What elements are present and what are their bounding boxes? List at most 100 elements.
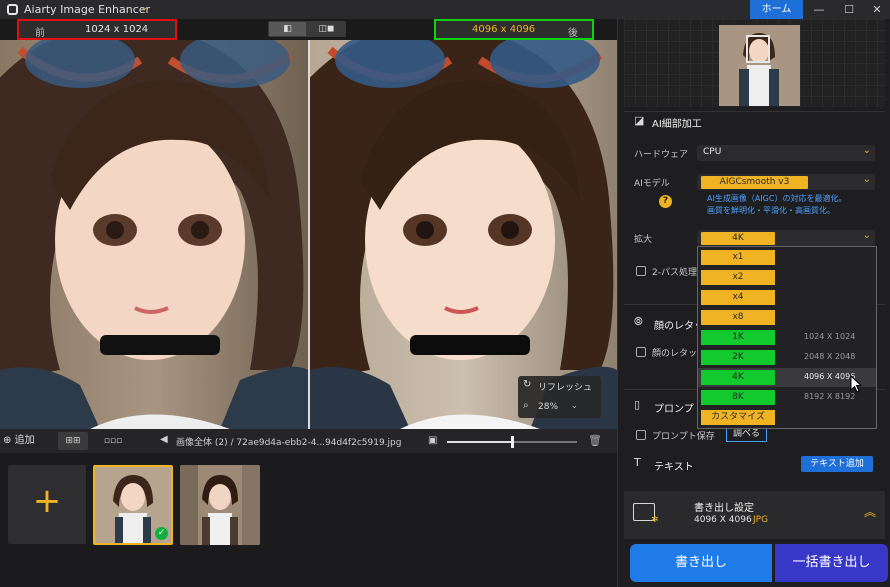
after-label: 後	[568, 28, 578, 39]
model-description-1: AI生成画像（AIGC）の対応を最適化。	[707, 194, 847, 203]
search-button[interactable]: 調べる	[726, 427, 767, 442]
export-settings-title: 書き出し設定	[694, 503, 754, 514]
hardware-value: CPU	[703, 147, 722, 157]
back-arrow-icon[interactable]: ◀	[160, 434, 168, 445]
navigator	[624, 19, 885, 107]
thumbnail-1[interactable]: ✓	[93, 465, 173, 545]
chevron-down-icon: ⌄	[862, 230, 871, 241]
model-label: AIモデル	[634, 179, 670, 189]
hardware-select[interactable]: CPU ⌄	[697, 145, 875, 161]
compare-divider[interactable]	[308, 40, 310, 429]
title-bar: Aiarty Image Enhancer ⌄ ホーム — ☐ ✕	[0, 0, 890, 19]
before-resolution-box: 前 1024 x 1024	[17, 19, 177, 40]
add-image-tile[interactable]: +	[8, 465, 86, 544]
chevron-down-icon[interactable]: ⌄	[571, 401, 578, 410]
after-resolution-box: 4096 x 4096 後	[434, 19, 594, 40]
export-resolution: 4096 X 4096	[694, 515, 752, 525]
image-size-icon: ▣	[428, 435, 438, 446]
mouse-cursor-icon	[850, 375, 863, 393]
model-select[interactable]: AIGCsmooth v3 ⌄	[697, 174, 875, 190]
trash-icon[interactable]: 🗑	[588, 434, 602, 447]
scale-option-resolution: 1024 X 1024	[804, 332, 856, 341]
prompt-save-label: プロンプト保存	[652, 432, 715, 442]
navigator-thumbnail[interactable]	[719, 25, 800, 106]
before-label: 前	[35, 28, 45, 39]
app-title: Aiarty Image Enhancer	[24, 3, 151, 16]
add-text-button[interactable]: テキスト追加	[801, 456, 873, 472]
after-image	[310, 40, 617, 429]
maximize-icon[interactable]: ☐	[838, 1, 860, 18]
two-pass-checkbox[interactable]	[636, 266, 646, 276]
help-icon[interactable]: ?	[659, 195, 672, 208]
refresh-button[interactable]: リフレッシュ	[538, 380, 592, 393]
add-image-button[interactable]: ⊕ 追加	[3, 429, 53, 453]
before-image	[0, 40, 308, 429]
chevron-down-icon: ⌄	[862, 145, 871, 156]
side-by-side-view-icon[interactable]: ◫◼	[308, 22, 345, 36]
export-format: JPG	[753, 515, 769, 525]
scale-option-label: x4	[701, 290, 775, 305]
scale-option-label: 8K	[701, 390, 775, 405]
export-button[interactable]: 書き出し	[630, 544, 772, 582]
slider-handle[interactable]	[511, 436, 514, 448]
scale-dropdown: x1 x2 x4 x8 1K 1024 X 1024 2K 2048 X 2048 4K 4096…	[697, 246, 877, 429]
zoom-icon: ⌕	[523, 400, 529, 411]
chevron-down-icon: ⌄	[862, 174, 871, 185]
large-grid-icon[interactable]: ⊞⊞	[58, 432, 88, 450]
image-toolbar: ⊕ 追加 ⊞⊞ ▫▫▫ ◀ 画像全体 (2) / 72ae9d4a-ebb2-4…	[0, 429, 617, 453]
scale-option[interactable]: x2	[698, 268, 876, 287]
close-icon[interactable]: ✕	[866, 1, 888, 18]
app-logo-icon	[7, 4, 18, 15]
text-section-title: テキスト	[654, 462, 694, 473]
add-label: 追加	[14, 435, 35, 446]
scale-option[interactable]: x8	[698, 308, 876, 327]
image-preview[interactable]: ↻ リフレッシュ ⌕ 28% ⌄	[0, 40, 617, 429]
scale-select[interactable]: 4K ⌄	[697, 230, 875, 246]
plus-icon: ⊕	[3, 435, 12, 446]
scale-option-label: 1K	[701, 330, 775, 345]
scale-option-resolution: 8192 X 8192	[804, 392, 856, 401]
chevron-down-icon[interactable]: ⌄	[140, 2, 148, 13]
scale-option-label: 4K	[701, 370, 775, 385]
scale-option-resolution: 2048 X 2048	[804, 352, 856, 361]
navigator-viewport[interactable]	[746, 35, 770, 63]
face-retouch-checkbox[interactable]	[636, 347, 646, 357]
home-button[interactable]: ホーム	[750, 0, 803, 19]
thumbnail-strip: + ✓	[0, 453, 617, 587]
scale-option[interactable]: カスタマイズ	[698, 408, 876, 427]
face-retouch-icon: ⦾	[634, 315, 643, 328]
scale-option-label: x1	[701, 250, 775, 265]
refresh-icon[interactable]: ↻	[523, 379, 531, 390]
scale-option-label: x2	[701, 270, 775, 285]
divider	[624, 111, 885, 112]
hardware-label: ハードウェア	[634, 150, 689, 160]
scale-option[interactable]: x1	[698, 248, 876, 267]
scale-label: 拡大	[634, 235, 653, 245]
ai-section-title: AI細部加工	[652, 119, 702, 130]
scale-option-label: 2K	[701, 350, 775, 365]
prompt-icon: ▯	[634, 398, 641, 411]
two-pass-label: 2-パス処理	[652, 268, 697, 278]
split-view-icon[interactable]: ◧	[269, 22, 306, 36]
scale-option[interactable]: 1K 1024 X 1024	[698, 328, 876, 347]
chevron-up-icon[interactable]: ︽	[864, 503, 876, 520]
ai-detail-icon: ◪	[634, 114, 645, 127]
model-description-2: 画質を鮮明化・平滑化・高画質化。	[707, 206, 835, 215]
thumbnail-2[interactable]	[180, 465, 260, 545]
preview-controls: ↻ リフレッシュ ⌕ 28% ⌄	[518, 376, 601, 418]
prompt-save-checkbox[interactable]	[636, 430, 646, 440]
text-icon: T	[634, 456, 641, 469]
small-grid-icon[interactable]: ▫▫▫	[98, 432, 128, 450]
scale-option[interactable]: 2K 2048 X 2048	[698, 348, 876, 367]
minimize-icon[interactable]: —	[808, 1, 830, 18]
scale-option-label: カスタマイズ	[701, 410, 775, 425]
slider-fill	[447, 441, 512, 443]
selected-check-icon: ✓	[155, 527, 168, 540]
zoom-level[interactable]: 28%	[538, 402, 558, 412]
batch-export-button[interactable]: 一括書き出し	[775, 544, 888, 582]
export-settings[interactable]: ✲ 書き出し設定 4096 X 4096 JPG ︽	[624, 491, 885, 539]
image-path: 画像全体 (2) / 72ae9d4a-ebb2-4...94d4f2c5919…	[176, 438, 402, 448]
thumbnail-size-slider[interactable]	[447, 436, 577, 448]
before-resolution: 1024 x 1024	[85, 24, 149, 35]
scale-option[interactable]: x4	[698, 288, 876, 307]
